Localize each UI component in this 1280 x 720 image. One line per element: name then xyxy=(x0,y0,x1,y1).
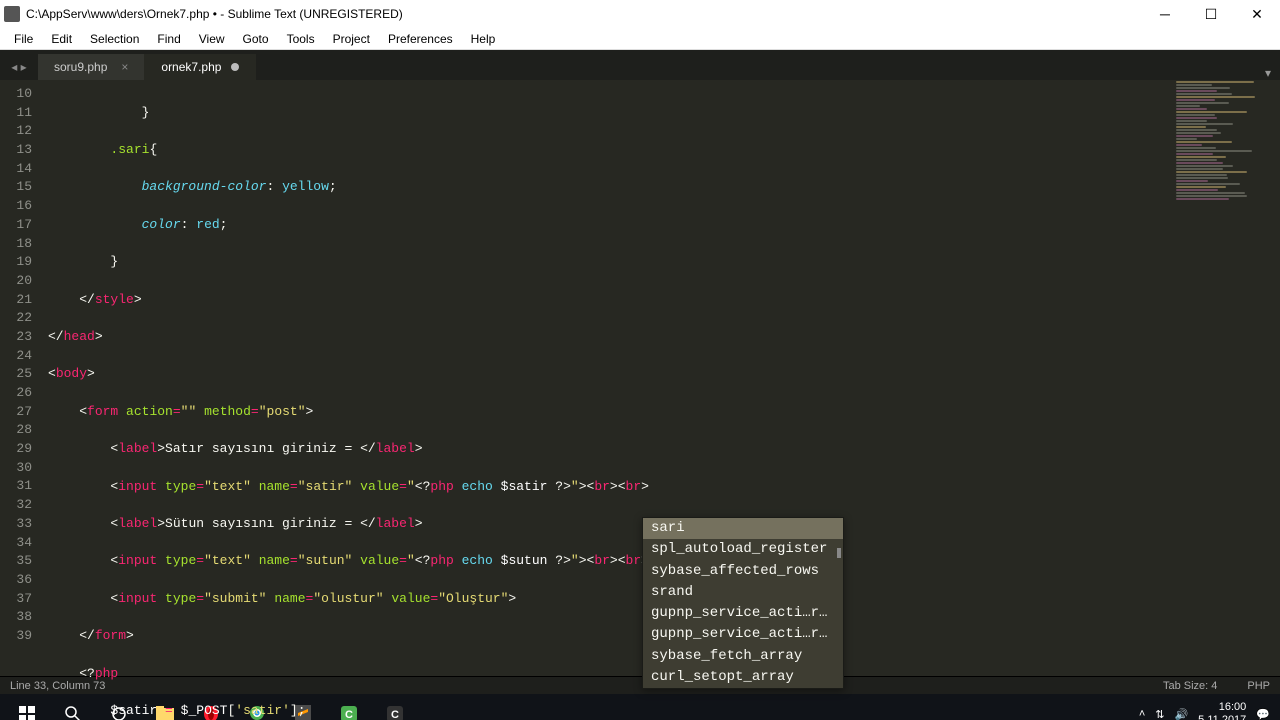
menu-project[interactable]: Project xyxy=(325,30,378,48)
tab-soru9[interactable]: soru9.php × xyxy=(38,54,145,80)
minimap[interactable] xyxy=(1170,80,1280,676)
title-bar: C:\AppServ\www\ders\Ornek7.php • - Subli… xyxy=(0,0,1280,28)
menu-bar: File Edit Selection Find View Goto Tools… xyxy=(0,28,1280,50)
menu-edit[interactable]: Edit xyxy=(43,30,80,48)
close-button[interactable]: ✕ xyxy=(1234,0,1280,28)
autocomplete-item[interactable]: gupnp_service_acti…r… xyxy=(643,603,843,624)
menu-file[interactable]: File xyxy=(6,30,41,48)
editor[interactable]: 1011121314151617181920212223242526272829… xyxy=(0,80,1280,676)
clock-date: 5.11.2017 xyxy=(1198,714,1246,720)
tab-ornek7[interactable]: ornek7.php xyxy=(145,54,256,80)
clock-time: 16:00 xyxy=(1198,701,1246,714)
autocomplete-item[interactable]: sybase_affected_rows xyxy=(643,561,843,582)
autocomplete-item[interactable]: curl_setopt_array xyxy=(643,667,843,688)
start-button[interactable] xyxy=(4,694,50,720)
maximize-button[interactable]: ☐ xyxy=(1188,0,1234,28)
windows-icon xyxy=(19,706,35,720)
autocomplete-item[interactable]: sari xyxy=(643,518,843,539)
modified-indicator-icon xyxy=(231,63,239,71)
autocomplete-item[interactable]: gupnp_service_acti…r… xyxy=(643,624,843,645)
menu-selection[interactable]: Selection xyxy=(82,30,147,48)
tab-label: soru9.php xyxy=(54,60,107,74)
menu-help[interactable]: Help xyxy=(463,30,504,48)
menu-preferences[interactable]: Preferences xyxy=(380,30,461,48)
menu-view[interactable]: View xyxy=(191,30,233,48)
autocomplete-popup[interactable]: sarispl_autoload_registersybase_affected… xyxy=(642,517,844,689)
clock[interactable]: 16:00 5.11.2017 xyxy=(1198,701,1246,720)
line-gutter: 1011121314151617181920212223242526272829… xyxy=(0,80,40,676)
volume-icon[interactable]: 🔊 xyxy=(1174,708,1188,720)
tab-bar: ◂ ▸ soru9.php × ornek7.php ▾ xyxy=(0,50,1280,80)
menu-tools[interactable]: Tools xyxy=(279,30,323,48)
tab-label: ornek7.php xyxy=(161,60,221,74)
tab-close-icon[interactable]: × xyxy=(121,60,128,74)
autocomplete-item[interactable]: spl_autoload_register xyxy=(643,539,843,560)
autocomplete-item[interactable]: srand xyxy=(643,582,843,603)
window-title: C:\AppServ\www\ders\Ornek7.php • - Subli… xyxy=(26,7,1142,21)
menu-find[interactable]: Find xyxy=(149,30,188,48)
menu-goto[interactable]: Goto xyxy=(235,30,277,48)
tab-size[interactable]: Tab Size: 4 xyxy=(1163,680,1217,692)
autocomplete-item[interactable]: sybase_fetch_array xyxy=(643,646,843,667)
tab-dropdown-icon[interactable]: ▾ xyxy=(1256,66,1280,80)
syntax-mode[interactable]: PHP xyxy=(1247,680,1270,692)
tab-nav[interactable]: ◂ ▸ xyxy=(0,60,38,80)
app-icon xyxy=(4,6,20,22)
notification-icon[interactable]: 💬 xyxy=(1256,708,1270,720)
minimize-button[interactable]: ─ xyxy=(1142,0,1188,28)
code-area[interactable]: } .sari{ background-color: yellow; color… xyxy=(40,80,1170,676)
